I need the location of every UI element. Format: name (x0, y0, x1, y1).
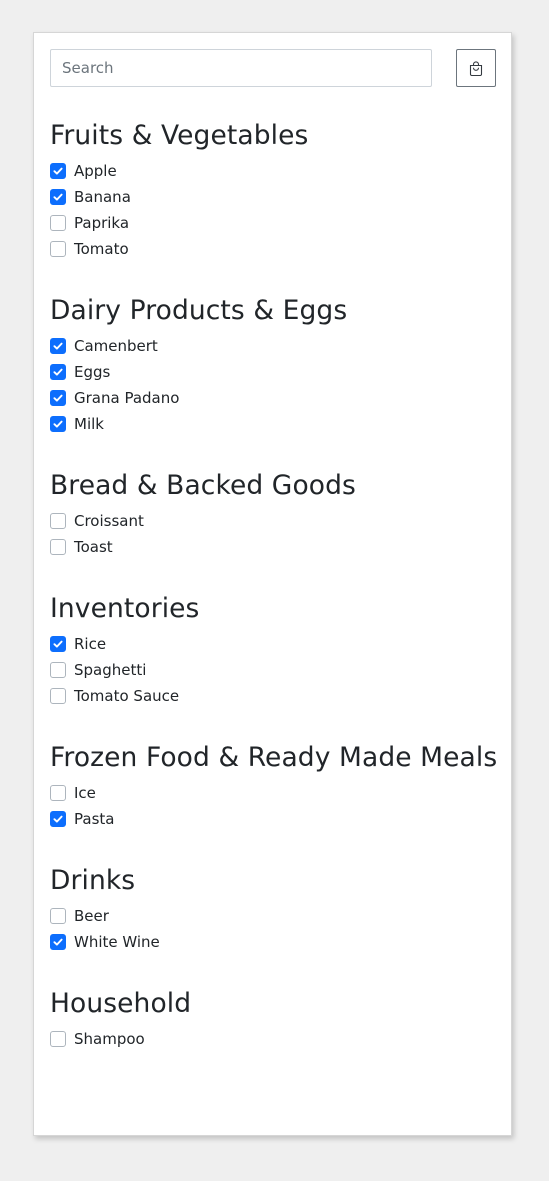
category-group: Frozen Food & Ready Made Meals Ice Pasta (50, 740, 498, 832)
category-title: Household (50, 988, 192, 1019)
check-icon (53, 167, 63, 175)
check-icon (53, 815, 63, 823)
checkbox-unchecked[interactable] (50, 215, 66, 231)
item-label: Paprika (74, 214, 130, 232)
list-item[interactable]: Shampoo (50, 1026, 496, 1052)
checkbox-checked[interactable] (50, 390, 66, 406)
checkbox-checked[interactable] (50, 364, 66, 380)
checkbox-checked[interactable] (50, 636, 66, 652)
checkbox-checked[interactable] (50, 338, 66, 354)
item-label: Banana (74, 188, 131, 206)
category-title: Inventories (50, 593, 200, 624)
list-item[interactable]: Ice (50, 780, 496, 806)
check-icon (53, 342, 63, 350)
item-label: Croissant (74, 512, 144, 530)
list-item[interactable]: Spaghetti (50, 657, 496, 683)
checkbox-unchecked[interactable] (50, 1031, 66, 1047)
list-item[interactable]: Paprika (50, 210, 496, 236)
search-input[interactable] (50, 49, 432, 87)
list-item[interactable]: Rice (50, 631, 496, 657)
check-icon (53, 938, 63, 946)
list-item[interactable]: Toast (50, 534, 496, 560)
check-icon (53, 420, 63, 428)
list-item[interactable]: Tomato (50, 236, 496, 262)
item-label: Grana Padano (74, 389, 180, 407)
category-group: Fruits & Vegetables Apple Banana Paprika Tom… (50, 118, 496, 262)
item-label: Shampoo (74, 1030, 145, 1048)
item-label: Toast (74, 538, 113, 556)
item-label: Apple (74, 162, 117, 180)
item-label: Spaghetti (74, 661, 147, 679)
item-label: Pasta (74, 810, 115, 828)
check-icon (53, 394, 63, 402)
category-title: Frozen Food & Ready Made Meals (50, 742, 498, 773)
shopping-bag-icon (469, 60, 483, 76)
list-item[interactable]: White Wine (50, 929, 496, 955)
list-item[interactable]: Beer (50, 903, 496, 929)
category-title: Dairy Products & Eggs (50, 295, 348, 326)
list-item[interactable]: Banana (50, 184, 496, 210)
item-label: Rice (74, 635, 107, 653)
item-label: Milk (74, 415, 104, 433)
list-item[interactable]: Eggs (50, 359, 496, 385)
checkbox-unchecked[interactable] (50, 908, 66, 924)
item-label: Tomato Sauce (74, 687, 180, 705)
category-group: Inventories Rice Spaghetti Tomato Sauce (50, 591, 496, 709)
item-label: White Wine (74, 933, 160, 951)
checkbox-unchecked[interactable] (50, 688, 66, 704)
list-item[interactable]: Grana Padano (50, 385, 496, 411)
list-item[interactable]: Apple (50, 158, 496, 184)
search-row (50, 49, 496, 87)
list-item[interactable]: Camenbert (50, 333, 496, 359)
checkbox-unchecked[interactable] (50, 513, 66, 529)
checkbox-checked[interactable] (50, 163, 66, 179)
item-label: Beer (74, 907, 109, 925)
check-icon (53, 640, 63, 648)
item-label: Eggs (74, 363, 111, 381)
checkbox-unchecked[interactable] (50, 241, 66, 257)
checkbox-unchecked[interactable] (50, 539, 66, 555)
checkbox-checked[interactable] (50, 416, 66, 432)
checkbox-checked[interactable] (50, 934, 66, 950)
category-title: Drinks (50, 865, 136, 896)
item-label: Camenbert (74, 337, 158, 355)
category-title: Fruits & Vegetables (50, 120, 309, 151)
checkbox-checked[interactable] (50, 811, 66, 827)
list-item[interactable]: Croissant (50, 508, 496, 534)
category-group: Drinks Beer White Wine (50, 863, 496, 955)
list-item[interactable]: Pasta (50, 806, 496, 832)
item-label: Tomato (74, 240, 129, 258)
category-group: Bread & Backed Goods Croissant Toast (50, 468, 496, 560)
checkbox-unchecked[interactable] (50, 662, 66, 678)
category-title: Bread & Backed Goods (50, 470, 356, 501)
check-icon (53, 368, 63, 376)
category-group: Household Shampoo (50, 986, 496, 1052)
checkbox-unchecked[interactable] (50, 785, 66, 801)
shopping-list-card: Fruits & Vegetables Apple Banana Paprika Tom… (33, 32, 512, 1136)
category-list: Fruits & Vegetables Apple Banana Paprika Tom… (50, 118, 498, 1083)
check-icon (53, 193, 63, 201)
list-item[interactable]: Tomato Sauce (50, 683, 496, 709)
item-label: Ice (74, 784, 96, 802)
list-item[interactable]: Milk (50, 411, 496, 437)
checkbox-checked[interactable] (50, 189, 66, 205)
shopping-bag-button[interactable] (456, 49, 496, 87)
category-group: Dairy Products & Eggs Camenbert Eggs Grana … (50, 293, 496, 437)
